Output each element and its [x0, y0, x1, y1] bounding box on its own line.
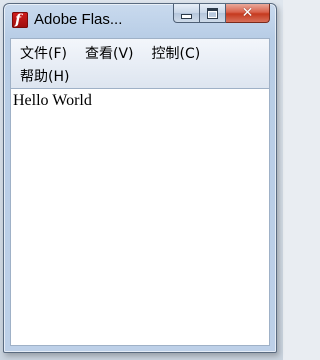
- hello-world-text: Hello World: [13, 92, 92, 109]
- window-title: Adobe Flas...: [34, 11, 123, 28]
- flash-icon-glyph: f: [15, 12, 22, 28]
- stage-content-area[interactable]: Hello World: [10, 88, 270, 346]
- minimize-icon: [181, 13, 192, 19]
- close-icon: ✕: [241, 5, 254, 21]
- flash-player-window: f Adobe Flas... ✕ 文件(F) 查看(V) 控制(C) 帮助(H…: [3, 3, 277, 353]
- menu-item-help[interactable]: 帮助(H): [11, 67, 78, 87]
- title-bar[interactable]: f Adobe Flas... ✕: [4, 4, 276, 38]
- caption-buttons: ✕: [173, 4, 270, 24]
- menu-item-file[interactable]: 文件(F): [11, 44, 76, 64]
- menu-row-1: 文件(F) 查看(V) 控制(C): [11, 43, 209, 65]
- menu-row-2: 帮助(H): [11, 66, 78, 88]
- maximize-button[interactable]: [200, 4, 226, 23]
- menu-item-control[interactable]: 控制(C): [143, 44, 210, 64]
- maximize-icon: [207, 7, 218, 19]
- menu-item-view[interactable]: 查看(V): [76, 44, 143, 64]
- minimize-button[interactable]: [173, 4, 200, 23]
- flash-player-icon[interactable]: f: [12, 12, 28, 28]
- close-button[interactable]: ✕: [226, 4, 270, 23]
- menu-bar: 文件(F) 查看(V) 控制(C) 帮助(H): [10, 38, 270, 88]
